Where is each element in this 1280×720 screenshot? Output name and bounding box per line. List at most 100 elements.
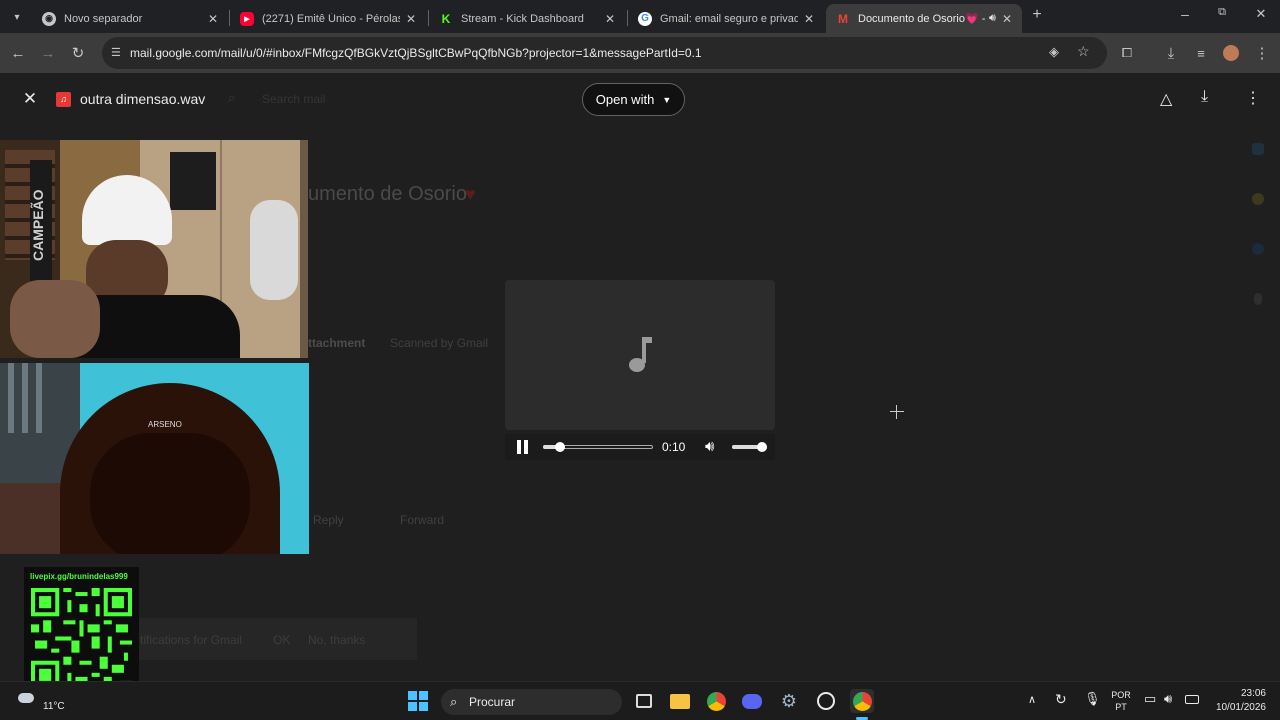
- search-input[interactable]: Search mail: [262, 92, 325, 106]
- language-indicator[interactable]: POR PT: [1111, 689, 1131, 713]
- taskbar-search[interactable]: ⌕ Procurar: [441, 689, 622, 715]
- browser-toolbar: ← → ↻ ☰ mail.google.com/mail/u/0/#inbox/…: [0, 33, 1280, 73]
- scanned-label: Scanned by Gmail: [390, 336, 489, 350]
- extensions-button[interactable]: ⧠: [1115, 41, 1139, 65]
- tab-0[interactable]: ◉ Novo separador ✕: [32, 4, 228, 33]
- more-options-icon[interactable]: ⋮: [1245, 88, 1261, 108]
- search-icon: ⌕: [450, 694, 458, 709]
- microphone-icon[interactable]: 🎙︎: [1084, 691, 1101, 707]
- start-button[interactable]: [406, 689, 430, 713]
- volume-icon[interactable]: 🔊︎: [1164, 691, 1172, 707]
- tab-title: Stream - Kick Dashboard: [461, 12, 584, 25]
- pause-icon: [517, 440, 521, 454]
- task-view-button[interactable]: [632, 689, 656, 713]
- chevron-down-icon: ▾: [14, 11, 20, 23]
- music-note-icon: [629, 337, 652, 372]
- tab-title: Documento de Osorio💗 -: [858, 13, 985, 25]
- site-info-icon[interactable]: ☰: [111, 46, 121, 59]
- player-controls: 0:10 🔊︎: [505, 434, 775, 460]
- folder-icon: [670, 693, 690, 709]
- download-icon: ⤓: [1167, 44, 1175, 62]
- reload-button[interactable]: ↻: [66, 41, 90, 65]
- weather-icon: [18, 693, 34, 703]
- taskbar-search-label: Procurar: [469, 695, 516, 709]
- obs-button[interactable]: [814, 689, 838, 713]
- chrome-taskbar-button[interactable]: [704, 689, 728, 713]
- notification-banner: tifications for Gmail OK No, thanks: [130, 618, 417, 660]
- volume-icon: 🔊︎: [705, 438, 715, 455]
- close-icon[interactable]: ✕: [208, 12, 218, 26]
- pause-button[interactable]: [516, 440, 530, 454]
- new-tab-button[interactable]: +: [1029, 6, 1045, 26]
- reply-button[interactable]: Reply: [313, 513, 344, 527]
- sync-icon[interactable]: ↻: [1055, 691, 1067, 708]
- notification-ok[interactable]: OK: [273, 633, 290, 647]
- open-with-button[interactable]: Open with ▼: [582, 83, 685, 116]
- reload-icon: ↻: [71, 45, 85, 62]
- tab-strip: ▾ ◉ Novo separador ✕ ▶ (2271) Emitê Únic…: [0, 0, 1280, 33]
- qr-url: livepix.gg/brunindelas999: [30, 572, 128, 581]
- back-button[interactable]: ←: [6, 41, 30, 65]
- audio-playing-icon[interactable]: 🔊︎: [989, 12, 996, 25]
- youtube-icon: ▶: [240, 11, 254, 26]
- tab-4[interactable]: M Documento de Osorio💗 - 🔊︎ ✕: [826, 4, 1022, 33]
- minimize-button[interactable]: –: [1176, 6, 1194, 26]
- media-controls-button[interactable]: ≡: [1189, 41, 1213, 65]
- obs-icon: [817, 692, 835, 710]
- star-icon[interactable]: ☆: [1077, 43, 1090, 60]
- file-explorer-button[interactable]: [668, 689, 692, 713]
- forward-button[interactable]: Forward: [400, 513, 444, 527]
- volume-handle[interactable]: [756, 442, 767, 452]
- forward-button[interactable]: →: [36, 41, 60, 65]
- downloads-button[interactable]: ⤓: [1159, 41, 1183, 65]
- volume-slider[interactable]: [732, 442, 767, 452]
- tray-overflow-button[interactable]: ∧: [1028, 693, 1036, 706]
- discord-button[interactable]: [740, 689, 764, 713]
- heart-icon: ♥: [465, 184, 476, 204]
- webcam-overlay-1: CAMPEÃO: [0, 140, 308, 358]
- close-window-button[interactable]: ✕: [1252, 6, 1270, 26]
- cursor-crosshair: [890, 405, 904, 419]
- open-with-label: Open with: [595, 92, 655, 107]
- more-vert-icon: ⋮: [1254, 45, 1270, 62]
- battery-icon[interactable]: [1185, 695, 1199, 704]
- weather-widget[interactable]: 11°C: [16, 689, 126, 717]
- volume-button[interactable]: 🔊︎: [705, 438, 714, 455]
- restore-button[interactable]: ⧉: [1213, 6, 1231, 26]
- tab-title: (2271) Emitê Único - Pérolas (O: [262, 12, 400, 25]
- media-queue-icon: ≡: [1197, 45, 1205, 61]
- browser-menu-button[interactable]: ⋮: [1250, 41, 1274, 65]
- viewer-header: ✕ ♫ outra dimensao.wav ⌕ Search mail Ope…: [0, 73, 1280, 125]
- tab-3[interactable]: G Gmail: email seguro e privado s ✕: [628, 4, 824, 33]
- arrow-right-icon: →: [40, 44, 56, 62]
- tab-2[interactable]: K Stream - Kick Dashboard ✕: [429, 4, 625, 33]
- profile-avatar[interactable]: [1219, 41, 1243, 65]
- tab-1[interactable]: ▶ (2271) Emitê Único - Pérolas (O ✕: [230, 4, 426, 33]
- close-icon[interactable]: ✕: [406, 12, 416, 26]
- download-icon[interactable]: ⤓: [1201, 88, 1208, 106]
- puzzle-icon: ⧠: [1121, 45, 1133, 60]
- chrome-icon: [852, 691, 872, 711]
- seek-slider[interactable]: [543, 442, 653, 452]
- close-icon[interactable]: ✕: [1002, 12, 1012, 26]
- address-bar[interactable]: ☰ mail.google.com/mail/u/0/#inbox/FMfcgz…: [102, 37, 1107, 69]
- close-icon[interactable]: ✕: [804, 12, 814, 26]
- tab-title: Novo separador: [64, 12, 143, 25]
- clock[interactable]: 23:06 10/01/2026: [1206, 687, 1266, 715]
- network-icon[interactable]: ▭: [1144, 691, 1156, 707]
- gmail-subject: umento de Osorio: [308, 183, 467, 205]
- settings-button[interactable]: ⚙: [777, 689, 801, 713]
- side-panel-icons: [1250, 143, 1266, 383]
- audio-player: 0:10 🔊︎: [505, 280, 775, 462]
- chrome-active-button[interactable]: [850, 689, 874, 713]
- close-icon[interactable]: ✕: [605, 12, 615, 26]
- close-viewer-button[interactable]: ✕: [20, 89, 40, 109]
- add-to-drive-icon[interactable]: △: [1160, 89, 1172, 109]
- arrow-left-icon: ←: [10, 44, 26, 62]
- seek-handle[interactable]: [554, 442, 565, 452]
- avatar-icon: [1223, 45, 1239, 61]
- tab-search-button[interactable]: ▾: [8, 8, 26, 26]
- lens-icon[interactable]: ◈: [1049, 44, 1059, 60]
- notification-dismiss[interactable]: No, thanks: [308, 633, 365, 647]
- caret-down-icon: ▼: [662, 94, 672, 105]
